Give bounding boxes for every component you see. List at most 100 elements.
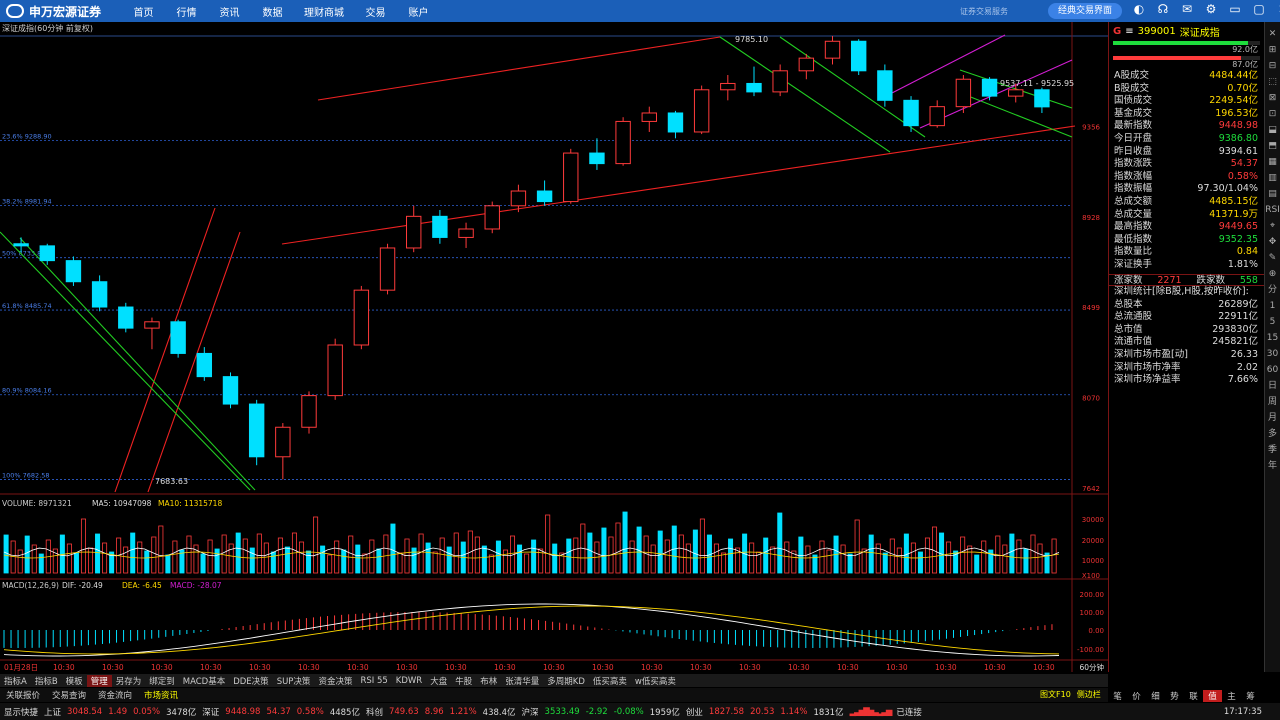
g-badge[interactable]: G xyxy=(1113,26,1121,37)
headset-icon[interactable]: ☊ xyxy=(1154,2,1172,16)
menu-home[interactable]: 首页 xyxy=(122,4,165,19)
indicator-tab[interactable]: 张清华量 xyxy=(501,675,543,687)
indicator-tab[interactable]: KDWR xyxy=(392,676,426,686)
side-tool-7[interactable]: ⬒ xyxy=(1268,140,1277,153)
sidebar-link[interactable]: 侧边栏 xyxy=(1077,689,1101,700)
indicator-tab[interactable]: 低买高卖 xyxy=(589,675,631,687)
side-tool-20[interactable]: 30 xyxy=(1267,348,1278,361)
side-tool-14[interactable]: ✎ xyxy=(1269,252,1277,265)
candle-body xyxy=(955,78,972,108)
side-tool-24[interactable]: 月 xyxy=(1268,412,1277,425)
quote-tab[interactable]: 势 xyxy=(1165,690,1184,702)
side-tool-6[interactable]: ⬓ xyxy=(1268,124,1277,137)
candle-body xyxy=(248,403,265,458)
candle-body xyxy=(301,395,317,428)
kline-chart[interactable]: 23.6% 9288.9038.2% 8981.9450% 8733.8461.… xyxy=(0,22,1108,672)
side-tool-11[interactable]: RSI xyxy=(1265,204,1280,217)
indicator-tab[interactable]: 管理 xyxy=(86,674,112,687)
minimize-icon[interactable]: ▭ xyxy=(1226,2,1244,16)
side-tool-17[interactable]: 1 xyxy=(1270,300,1276,313)
side-tool-26[interactable]: 季 xyxy=(1268,444,1277,457)
menu-quotes[interactable]: 行情 xyxy=(165,4,208,19)
f10-link[interactable]: 图文F10 xyxy=(1040,689,1071,700)
side-tool-3[interactable]: ⬚ xyxy=(1268,76,1277,89)
sh-label[interactable]: 上证 xyxy=(44,706,61,718)
volume-bar xyxy=(158,525,164,574)
indicator-tab[interactable]: 多周期KD xyxy=(543,675,589,687)
cy-label[interactable]: 创业 xyxy=(686,706,703,718)
menu-news[interactable]: 资讯 xyxy=(208,4,251,19)
bottom-tab[interactable]: 交易查询 xyxy=(46,689,92,701)
indicator-tab[interactable]: RSI 55 xyxy=(356,676,391,686)
quote-row: 指数振幅 97.30/1.04% xyxy=(1109,183,1264,196)
quote-label: 最高指数 xyxy=(1114,221,1153,233)
indicator-tab[interactable]: 资金决策 xyxy=(314,675,356,687)
side-tool-18[interactable]: 5 xyxy=(1270,316,1276,329)
side-tool-19[interactable]: 15 xyxy=(1267,332,1278,345)
side-tool-23[interactable]: 周 xyxy=(1268,396,1277,409)
indicator-tab[interactable]: MACD基本 xyxy=(179,675,229,687)
indicator-tab[interactable]: 模板 xyxy=(62,675,87,687)
side-tool-10[interactable]: ▤ xyxy=(1268,188,1277,201)
indicator-tab[interactable]: 指标A xyxy=(0,675,31,687)
time-tick: 10:30 xyxy=(641,663,663,672)
maximize-icon[interactable]: ▢ xyxy=(1250,2,1268,16)
close-icon[interactable]: ✕ xyxy=(1274,2,1280,16)
menu-trade[interactable]: 交易 xyxy=(354,4,397,19)
indicator-tab[interactable]: 绑定到 xyxy=(145,675,179,687)
quote-tab[interactable]: 笔 xyxy=(1108,690,1127,702)
side-tool-8[interactable]: ▦ xyxy=(1268,156,1277,169)
quote-tab[interactable]: 主 xyxy=(1222,690,1241,702)
indicator-tab[interactable]: 指标B xyxy=(31,675,62,687)
side-tool-5[interactable]: ⊡ xyxy=(1269,108,1277,121)
quote-tab[interactable]: 值 xyxy=(1203,690,1222,702)
indicator-tab[interactable]: DDE决策 xyxy=(229,675,272,687)
kc-label[interactable]: 科创 xyxy=(366,706,383,718)
indicator-tab[interactable]: 大盘 xyxy=(426,675,451,687)
bottom-tab[interactable]: 关联报价 xyxy=(0,689,46,701)
indicator-tab[interactable]: 布林 xyxy=(476,675,501,687)
side-tool-12[interactable]: ⌖ xyxy=(1270,220,1275,233)
gear-icon[interactable]: ⚙ xyxy=(1202,2,1220,16)
classic-trade-button[interactable]: 经典交易界面 xyxy=(1048,3,1122,19)
side-tool-9[interactable]: ▥ xyxy=(1268,172,1277,185)
chart-pane[interactable]: 23.6% 9288.90 38.2% 8981.94 50% 8733.84 61.… xyxy=(0,22,1108,672)
indicator-tab[interactable]: SUP决策 xyxy=(273,675,315,687)
menu-data[interactable]: 数据 xyxy=(251,4,294,19)
dea-label: DEA: -6.45 xyxy=(122,581,162,590)
indicator-tab[interactable]: 牛股 xyxy=(451,675,476,687)
volume-bar xyxy=(657,530,663,574)
quote-tab[interactable]: 联 xyxy=(1184,690,1203,702)
quote-tab[interactable]: 细 xyxy=(1146,690,1165,702)
side-tool-2[interactable]: ⊟ xyxy=(1269,60,1277,73)
side-tool-25[interactable]: 多 xyxy=(1268,428,1277,441)
sz-label[interactable]: 深证 xyxy=(202,706,219,718)
hs-label[interactable]: 沪深 xyxy=(522,706,539,718)
side-tool-1[interactable]: ⊞ xyxy=(1269,44,1277,57)
side-tool-13[interactable]: ✥ xyxy=(1269,236,1277,249)
list-icon[interactable]: ≡ xyxy=(1125,26,1133,37)
bottom-right-links: 图文F10 侧边栏 xyxy=(1040,689,1101,700)
candle-body xyxy=(772,70,788,93)
bottom-tab[interactable]: 资金流向 xyxy=(92,689,138,701)
side-tool-4[interactable]: ⊠ xyxy=(1269,92,1277,105)
volume-bar xyxy=(552,543,558,574)
side-tool-27[interactable]: 年 xyxy=(1268,460,1277,473)
skin-icon[interactable]: ◐ xyxy=(1130,2,1148,16)
quote-tab[interactable]: 筹 xyxy=(1241,690,1260,702)
side-tool-22[interactable]: 日 xyxy=(1268,380,1277,393)
indicator-tab[interactable]: w低买高卖 xyxy=(631,675,680,687)
side-tool-21[interactable]: 60 xyxy=(1267,364,1278,377)
quote-tab[interactable]: 价 xyxy=(1127,690,1146,702)
volume-bar xyxy=(334,540,340,574)
bottom-tab[interactable]: 市场资讯 xyxy=(138,689,184,701)
low-annotation: 7683.63 xyxy=(155,477,188,486)
mail-icon[interactable]: ✉ xyxy=(1178,2,1196,16)
menu-wealth[interactable]: 理财商城 xyxy=(294,4,354,19)
show-shortcut[interactable]: 显示快捷 xyxy=(4,706,38,718)
menu-account[interactable]: 账户 xyxy=(397,4,440,19)
side-tool-0[interactable]: ✕ xyxy=(1269,28,1277,41)
side-tool-16[interactable]: 分 xyxy=(1268,284,1277,297)
indicator-tab[interactable]: 另存为 xyxy=(112,675,146,687)
side-tool-15[interactable]: ⊕ xyxy=(1269,268,1277,281)
